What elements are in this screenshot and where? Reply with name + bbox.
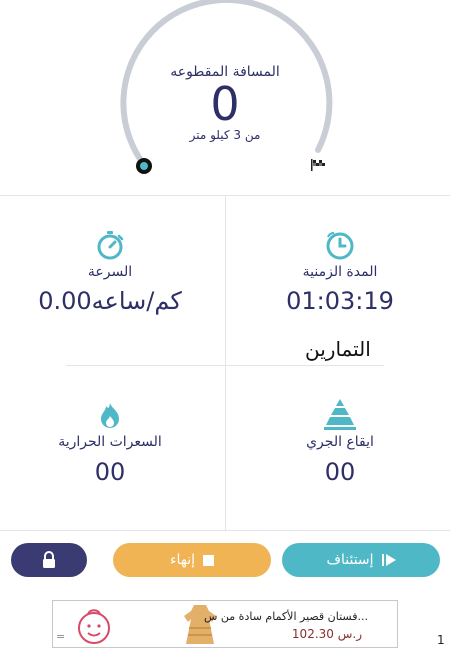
flame-icon [98,402,122,434]
finish-flag-icon [310,157,328,176]
finish-button[interactable]: إنهاء [113,543,271,577]
speed-value: 0.00كم/ساعه [38,287,182,315]
ad-price: ر.س 102.30 [291,627,362,641]
divider-bottom [0,530,450,531]
exercises-title[interactable]: التمارين [305,337,371,361]
gauge-start-knob[interactable] [136,158,152,174]
distance-gauge: المسافة المقطوعه 0 من 3 كيلو متر [0,0,450,195]
pace-label: ايقاع الجري [306,434,374,450]
resume-label: إستئناف [326,552,374,568]
ad-title: ...فستان قصير الأكمام سادة من س [204,610,368,623]
resume-button[interactable]: إستئناف [282,543,440,577]
lock-icon [41,551,57,569]
clock-icon [325,230,355,264]
speed-label: السرعة [87,264,133,280]
stop-icon [203,554,215,566]
play-icon [381,554,396,566]
calories-label: السعرات الحرارية [58,434,162,450]
stopwatch-icon [96,230,124,264]
divider-middle [66,365,384,366]
gauge-value: 0 [210,77,240,131]
gauge-target: من 3 كيلو متر [189,128,261,142]
finish-label: إنهاء [169,552,196,568]
lock-button[interactable] [11,543,87,577]
calories-value: 00 [94,458,126,486]
pyramid-icon [323,398,357,434]
page-number: 1 [437,633,445,647]
divider-vertical [225,195,226,530]
duration-value: 01:03:19 [286,287,394,315]
pace-value: 00 [324,458,356,486]
duration-label: المدة الزمنية [302,264,378,280]
